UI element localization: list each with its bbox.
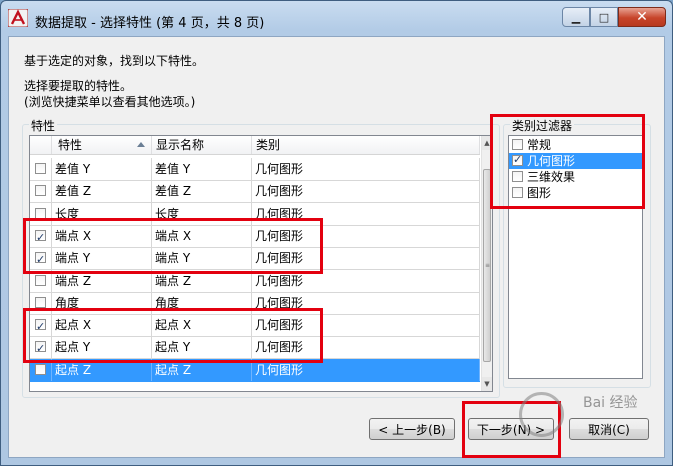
row-checkbox-cell <box>30 158 52 180</box>
property-cell: 差值 Z <box>52 180 152 203</box>
header-category[interactable]: 类别 <box>252 136 480 154</box>
row-checkbox-cell <box>30 180 52 203</box>
scroll-down-arrow-icon[interactable]: ▼ <box>482 377 492 391</box>
row-checkbox[interactable] <box>35 296 46 308</box>
watermark-logo-icon <box>519 392 564 437</box>
annotation-box-endpoints <box>23 218 323 274</box>
category-cell: 几何图形 <box>252 180 480 203</box>
row-checkbox[interactable] <box>35 207 46 219</box>
header-display-name-label: 显示名称 <box>156 138 205 152</box>
window-controls: ▁ □ ✕ <box>562 7 666 27</box>
header-property-label: 特性 <box>58 138 83 152</box>
annotation-box-category-filter <box>490 114 645 209</box>
instruction-text: 选择要提取的特性。 <box>24 79 133 93</box>
title-bar[interactable]: 数据提取 - 选择特性 (第 4 页，共 8 页) ▁ □ ✕ <box>1 1 672 37</box>
list-header: 特性 显示名称 类别 <box>30 136 480 155</box>
properties-group-label: 特性 <box>29 117 58 134</box>
cancel-button[interactable]: 取消(C) <box>569 418 649 440</box>
display-name-cell: 差值 Z <box>152 180 252 203</box>
autocad-app-icon <box>8 9 28 27</box>
row-checkbox[interactable] <box>35 163 46 174</box>
header-display-name[interactable]: 显示名称 <box>152 136 252 154</box>
window-title: 数据提取 - 选择特性 (第 4 页，共 8 页) <box>35 16 265 31</box>
row-checkbox[interactable] <box>35 274 46 286</box>
intro-text: 基于选定的对象，找到以下特性。 <box>24 54 205 68</box>
table-row[interactable]: 差值 Y 差值 Y 几何图形 <box>30 158 480 181</box>
close-button[interactable]: ✕ <box>618 7 666 27</box>
row-checkbox[interactable] <box>35 363 46 375</box>
minimize-button[interactable]: ▁ <box>562 7 590 27</box>
display-name-cell: 差值 Y <box>152 158 252 180</box>
maximize-button[interactable]: □ <box>590 7 618 27</box>
annotation-box-startpoints <box>23 308 323 363</box>
row-checkbox[interactable] <box>35 185 46 197</box>
category-cell: 几何图形 <box>252 158 480 180</box>
header-category-label: 类别 <box>256 138 281 152</box>
sort-ascending-icon <box>137 142 145 147</box>
property-cell: 差值 Y <box>52 158 152 180</box>
watermark-text: Bai 经验 <box>583 395 638 411</box>
table-row[interactable]: 差值 Z 差值 Z 几何图形 <box>30 180 480 204</box>
header-checkbox-column[interactable] <box>30 136 52 154</box>
header-property[interactable]: 特性 <box>52 136 152 154</box>
grip-icon: ≡ <box>485 262 491 269</box>
back-button[interactable]: < 上一步(B) <box>369 418 455 440</box>
hint-text: (浏览快捷菜单以查看其他选项。) <box>24 95 196 109</box>
